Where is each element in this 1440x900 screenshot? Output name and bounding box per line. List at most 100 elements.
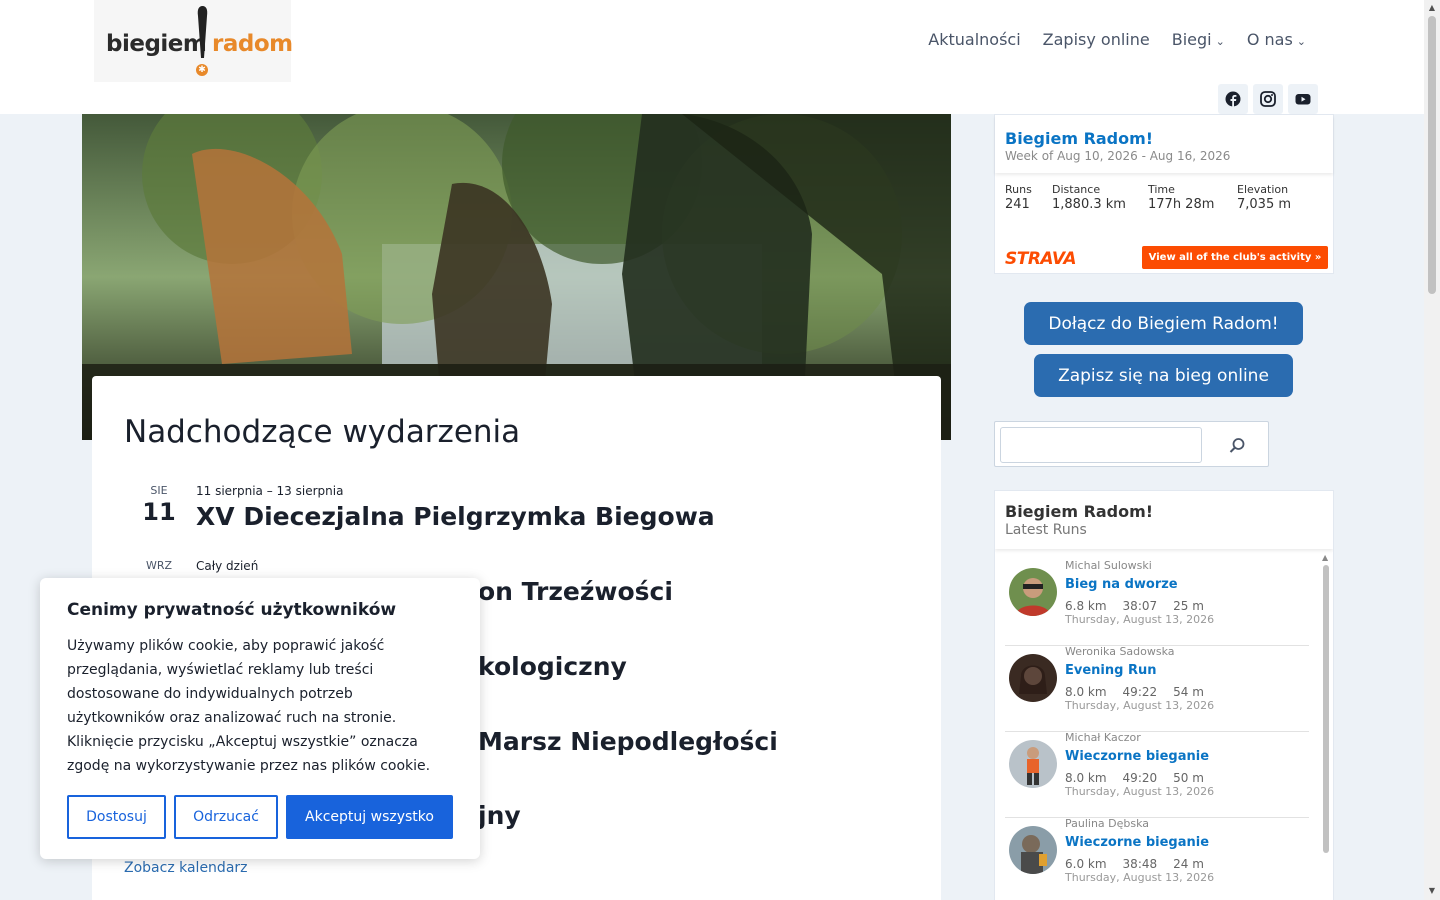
event-title[interactable]: kologiczny [478, 652, 627, 681]
activity-elevation: 50 m [1173, 771, 1204, 785]
site-header: biegiem ✱ radom Aktualności Zapisy onlin… [0, 0, 1424, 114]
stat-label: Elevation [1237, 183, 1289, 196]
strava-latest-runs: Biegiem Radom! Latest Runs Michal Sulows… [994, 490, 1334, 900]
stat-time: Time 177h 28m [1148, 183, 1237, 212]
search-input[interactable] [1000, 427, 1202, 463]
nav-item-o-nas[interactable]: O nas ⌄ [1247, 30, 1306, 49]
stat-value: 7,035 m [1237, 197, 1292, 212]
activity-date: Thursday, August 13, 2026 [1065, 613, 1215, 626]
nav-label: Aktualności [928, 30, 1021, 49]
stat-label: Distance [1052, 183, 1101, 196]
event-title[interactable]: jny [478, 801, 521, 830]
club-stats: Runs 241 Distance 1,880.3 km Time 177h 2… [1005, 183, 1327, 212]
activity-elevation: 24 m [1173, 857, 1204, 871]
cookie-buttons: Dostosuj Odrzucać Akceptuj wszystko [67, 795, 453, 839]
cookie-consent-banner: Cenimy prywatność użytkowników Używamy p… [40, 578, 480, 859]
activity-name[interactable]: Wieczorne bieganie [1065, 835, 1209, 850]
site-logo[interactable]: biegiem ✱ radom [94, 0, 293, 82]
event-month: WRZ [145, 559, 173, 572]
facebook-icon[interactable] [1218, 84, 1248, 114]
strava-logo[interactable]: STRAVA [1005, 249, 1077, 269]
scroll-up-icon[interactable]: ▲ [1322, 553, 1328, 562]
search-icon [1229, 437, 1244, 453]
events-heading: Nadchodzące wydarzenia [124, 414, 521, 450]
nav-item-zapisy-online[interactable]: Zapisy online [1043, 30, 1150, 49]
reject-button[interactable]: Odrzucać [174, 795, 278, 839]
event-title[interactable]: Marsz Niepodległości [478, 727, 778, 756]
athlete-name: Weronika Sadowska [1065, 645, 1175, 658]
stat-runs: Runs 241 [1005, 183, 1052, 212]
activity-elevation: 54 m [1173, 685, 1204, 699]
club-name[interactable]: Biegiem Radom! [1005, 502, 1323, 521]
avatar[interactable] [1009, 826, 1057, 874]
activity-name[interactable]: Wieczorne bieganie [1065, 749, 1209, 764]
event-date: Cały dzień [196, 559, 259, 573]
chevron-down-icon: ⌄ [1215, 34, 1225, 48]
scroll-up-icon[interactable]: ▲ [1424, 3, 1440, 12]
view-club-activity-button[interactable]: View all of the club's activity » [1142, 246, 1328, 269]
strava-summary-header: Biegiem Radom! Week of Aug 10, 2026 - Au… [995, 115, 1333, 173]
stat-elevation: Elevation 7,035 m [1237, 183, 1327, 212]
event-title[interactable]: XV Diecezjalna Pielgrzymka Biegowa [196, 502, 715, 531]
activity-date: Thursday, August 13, 2026 [1065, 699, 1215, 712]
strava-club-summary: Biegiem Radom! Week of Aug 10, 2026 - Au… [994, 114, 1334, 274]
stat-value: 241 [1005, 197, 1030, 212]
instagram-icon[interactable] [1253, 84, 1283, 114]
nav-item-aktualnosci[interactable]: Aktualności [928, 30, 1020, 49]
logo-text-biegiem: biegiem [106, 31, 207, 57]
nav-label: Biegi [1171, 30, 1212, 49]
search-form [994, 421, 1269, 467]
scroll-down-icon[interactable]: ▼ [1424, 886, 1440, 895]
latest-runs-header: Biegiem Radom! Latest Runs [995, 491, 1333, 549]
week-range: Week of Aug 10, 2026 - Aug 16, 2026 [1005, 149, 1231, 163]
event-date: 11 sierpnia – 13 sierpnia [196, 484, 344, 498]
event-title[interactable]: on Trzeźwości [478, 577, 673, 606]
event-day: 11 [142, 498, 176, 526]
runner-icon: ✱ [196, 64, 208, 76]
avatar[interactable] [1009, 654, 1057, 702]
page-scrollbar[interactable]: ▲ ▼ [1424, 0, 1440, 900]
avatar[interactable] [1009, 568, 1057, 616]
main-nav: Aktualności Zapisy online Biegi ⌄ O nas ⌄ [928, 30, 1306, 49]
activity-elevation: 25 m [1173, 599, 1204, 613]
runs-scrollbar[interactable]: ▲ [1321, 553, 1331, 900]
stat-distance: Distance 1,880.3 km [1052, 183, 1148, 212]
accept-all-button[interactable]: Akceptuj wszystko [286, 795, 453, 839]
join-club-button[interactable]: Dołącz do Biegiem Radom! [1024, 302, 1303, 345]
nav-label: Zapisy online [1042, 30, 1150, 49]
activity-distance: 8.0 km [1065, 685, 1107, 699]
run-item: Michal Sulowski Bieg na dworze 6.8 km 38:… [1005, 559, 1309, 646]
run-item: Paulina Dębska Wieczorne bieganie 6.0 km… [1005, 817, 1309, 900]
stat-label: Runs [1005, 183, 1032, 196]
runs-scrollbar-thumb[interactable] [1323, 565, 1329, 853]
youtube-icon[interactable] [1288, 84, 1318, 114]
run-item: Michał Kaczor Wieczorne bieganie 8.0 km 4… [1005, 731, 1309, 818]
chevron-down-icon: ⌄ [1296, 34, 1306, 48]
see-calendar-link[interactable]: Zobacz kalendarz [124, 860, 248, 876]
club-name[interactable]: Biegiem Radom! [1005, 129, 1323, 148]
athlete-name: Michal Sulowski [1065, 559, 1152, 572]
activity-time: 49:20 [1122, 771, 1158, 785]
logo-text-radom: radom [212, 31, 293, 57]
page-scrollbar-thumb[interactable] [1428, 16, 1436, 294]
nav-item-biegi[interactable]: Biegi ⌄ [1172, 30, 1225, 49]
activity-distance: 8.0 km [1065, 771, 1107, 785]
customize-button[interactable]: Dostosuj [67, 795, 166, 839]
run-item: Weronika Sadowska Evening Run 8.0 km 49:2… [1005, 645, 1309, 732]
avatar[interactable] [1009, 740, 1057, 788]
activity-name[interactable]: Evening Run [1065, 663, 1157, 678]
athlete-name: Paulina Dębska [1065, 817, 1150, 830]
activity-distance: 6.0 km [1065, 857, 1107, 871]
activity-time: 38:48 [1122, 857, 1158, 871]
latest-runs-subtitle: Latest Runs [1005, 522, 1087, 538]
activity-time: 49:22 [1122, 685, 1158, 699]
search-button[interactable] [1213, 430, 1261, 460]
activity-stats: 8.0 km 49:20 50 m [1065, 771, 1220, 785]
logo-pin-icon [197, 6, 208, 58]
activity-stats: 8.0 km 49:22 54 m [1065, 685, 1220, 699]
activity-name[interactable]: Bieg na dworze [1065, 577, 1178, 592]
activity-distance: 6.8 km [1065, 599, 1107, 613]
signup-run-button[interactable]: Zapisz się na bieg online [1034, 354, 1293, 397]
activity-stats: 6.8 km 38:07 25 m [1065, 599, 1220, 613]
cookie-title: Cenimy prywatność użytkowników [67, 600, 397, 620]
